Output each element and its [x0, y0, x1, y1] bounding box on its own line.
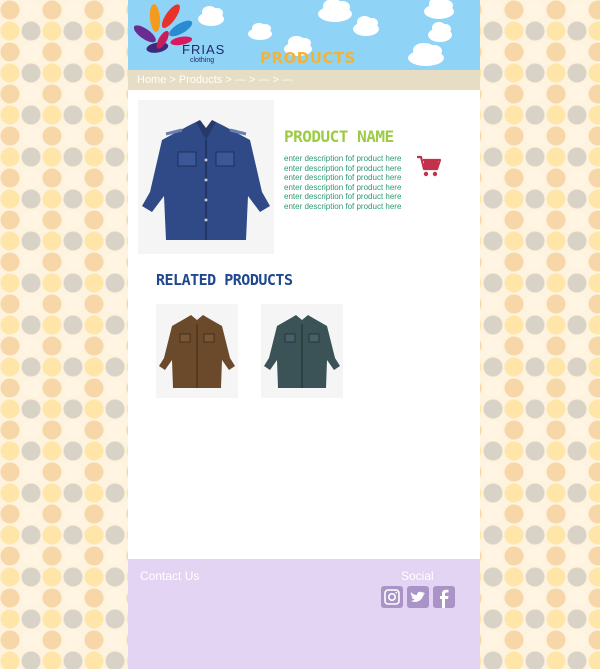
description-line: enter description fof product here	[284, 154, 402, 163]
header-banner: FRIAS clothing PRODUCTS	[128, 0, 480, 70]
related-products-title: RELATED PRODUCTS	[156, 271, 293, 289]
description-line: enter description fof product here	[284, 192, 402, 202]
brown-shirt-icon	[159, 315, 235, 388]
facebook-icon[interactable]	[433, 586, 455, 608]
teal-shirt-icon	[264, 315, 340, 388]
footer: Contact Us Social	[128, 559, 480, 669]
breadcrumb-products[interactable]: Products	[179, 74, 222, 86]
brand-logo[interactable]: FRIAS clothing	[133, 4, 224, 66]
page-title: PRODUCTS	[260, 49, 356, 67]
breadcrumb-placeholder[interactable]: ---	[282, 74, 293, 86]
logo-subtext: clothing	[190, 57, 215, 64]
breadcrumb-placeholder[interactable]: ---	[235, 74, 246, 86]
description-line: enter description fof product here	[284, 201, 402, 211]
twitter-icon[interactable]	[407, 586, 429, 608]
page-container: FRIAS clothing PRODUCTS Home > Products …	[128, 0, 480, 669]
contact-us-link[interactable]: Contact Us	[140, 569, 199, 583]
description-line: enter description fof product here	[284, 182, 402, 192]
related-product-teal-shirt[interactable]	[261, 304, 343, 398]
cloud-decoration	[353, 15, 379, 36]
breadcrumb-placeholder[interactable]: ---	[258, 74, 269, 86]
instagram-icon[interactable]	[381, 586, 403, 608]
breadcrumb-home[interactable]: Home	[137, 74, 166, 86]
social-label: Social	[401, 569, 434, 583]
cloud-decoration	[424, 0, 454, 19]
cloud-decoration	[428, 21, 452, 42]
cloud-decoration	[408, 42, 444, 66]
blue-denim-shirt-icon	[142, 120, 270, 240]
logo-text: FRIAS	[182, 42, 226, 57]
related-product-brown-shirt[interactable]	[156, 304, 238, 398]
add-to-cart-button[interactable]	[416, 154, 442, 178]
shopping-cart-icon	[417, 155, 442, 177]
product-image[interactable]	[138, 100, 274, 254]
description-line: enter description fof product here	[284, 173, 402, 183]
product-name: PRODUCT NAME	[284, 127, 394, 146]
cloud-decoration	[248, 22, 272, 40]
description-line: enter description fof product here	[284, 163, 402, 173]
breadcrumb-separator: >	[222, 74, 235, 86]
breadcrumb-separator: >	[269, 74, 282, 86]
breadcrumb-separator: >	[245, 74, 259, 86]
cloud-decoration	[318, 0, 352, 22]
breadcrumb-separator: >	[166, 74, 179, 86]
breadcrumb: Home > Products > --- > --- > ---	[128, 70, 480, 90]
product-description: enter description fof product here enter…	[284, 154, 414, 212]
